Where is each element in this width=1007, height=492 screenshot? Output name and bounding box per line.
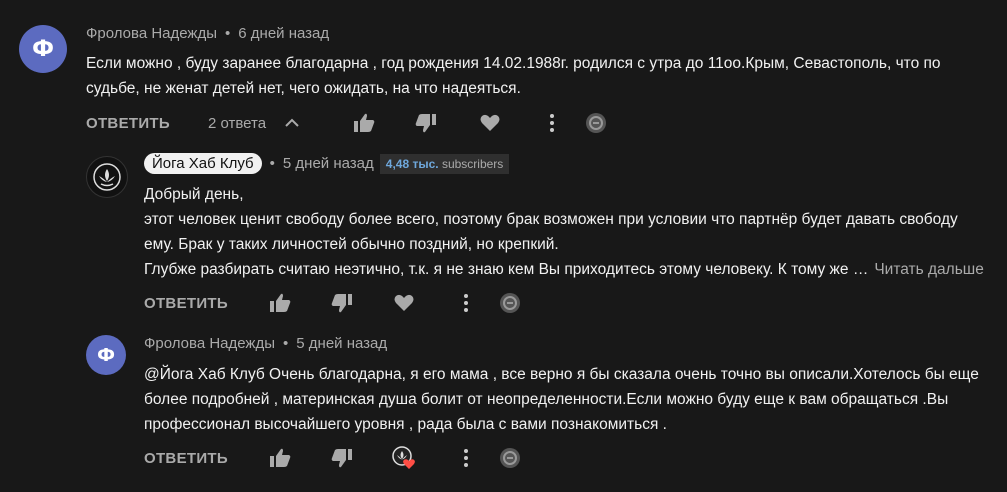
reply-button[interactable]: ОТВЕТИТЬ	[86, 115, 170, 132]
like-icon[interactable]	[352, 111, 376, 135]
avatar[interactable]: Ф	[19, 25, 67, 73]
dislike-icon[interactable]	[414, 111, 438, 135]
comment-line: Если можно , буду заранее благодарна , г…	[86, 55, 941, 72]
subscriber-count-badge: 4,48 тыс. subscribers	[379, 153, 510, 174]
comment-line: профессионал высочайшего уровня , рада б…	[144, 416, 667, 433]
avatar-letter: Ф	[32, 36, 54, 62]
lotus-logo-icon	[93, 163, 121, 191]
comment-line: более подробней , материнская душа болит…	[144, 391, 949, 408]
read-more-link[interactable]: Читать дальше	[874, 261, 984, 278]
channel-avatar[interactable]	[86, 156, 128, 198]
dislike-icon[interactable]	[330, 291, 354, 315]
author-name[interactable]: Фролова Надежды	[144, 335, 275, 352]
comment-actions: ОТВЕТИТЬ	[144, 291, 522, 315]
like-icon[interactable]	[268, 446, 292, 470]
comment-text: Добрый день, этот человек ценит свободу …	[144, 182, 984, 282]
like-icon[interactable]	[268, 291, 292, 315]
timestamp[interactable]: 6 дней назад	[238, 25, 329, 42]
comment-line: @Йога Хаб Клуб Очень благодарна, я его м…	[144, 366, 979, 383]
more-options-icon[interactable]	[540, 111, 564, 135]
channel-author-badge[interactable]: Йога Хаб Клуб	[144, 153, 262, 174]
comment-text: Если можно , буду заранее благодарна , г…	[86, 51, 941, 101]
extension-icon[interactable]	[498, 446, 522, 470]
separator-dot: •	[225, 25, 231, 42]
reply-button[interactable]: ОТВЕТИТЬ	[144, 450, 228, 467]
subscriber-label: subscribers	[441, 156, 504, 171]
author-name[interactable]: Фролова Надежды	[86, 25, 217, 42]
extension-icon[interactable]	[584, 111, 608, 135]
comment-actions: ОТВЕТИТЬ	[144, 446, 522, 470]
subscriber-count: 4,48 тыс.	[385, 156, 439, 171]
more-options-icon[interactable]	[454, 446, 478, 470]
comment-line: ему. Брак у таких личностей обычно поздн…	[144, 236, 559, 253]
avatar[interactable]: Ф	[86, 335, 126, 375]
heart-icon[interactable]	[392, 291, 416, 315]
comment-header: Фролова Надежды • 5 дней назад	[144, 335, 387, 352]
comment-line: Добрый день,	[144, 186, 244, 203]
comment-actions: ОТВЕТИТЬ 2 ответа	[86, 111, 608, 135]
reply-button[interactable]: ОТВЕТИТЬ	[144, 295, 228, 312]
comment-line: этот человек ценит свободу более всего, …	[144, 211, 958, 228]
comment-line: Глубже разбирать считаю неэтично, т.к. я…	[144, 257, 984, 282]
more-options-icon[interactable]	[454, 291, 478, 315]
comment-line: судьбе, не женат детей нет, чего ожидать…	[86, 80, 521, 97]
comment-line-text: Глубже разбирать считаю неэтично, т.к. я…	[144, 261, 869, 278]
separator-dot: •	[269, 155, 275, 172]
separator-dot: •	[283, 335, 289, 352]
creator-heart-icon[interactable]	[392, 446, 416, 470]
heart-icon[interactable]	[478, 111, 502, 135]
comment-header: Фролова Надежды • 6 дней назад	[86, 25, 329, 42]
comment-text: @Йога Хаб Клуб Очень благодарна, я его м…	[144, 362, 979, 437]
timestamp[interactable]: 5 дней назад	[296, 335, 387, 352]
extension-icon[interactable]	[498, 291, 522, 315]
chevron-up-icon	[280, 111, 304, 135]
avatar-letter: Ф	[97, 344, 115, 366]
timestamp[interactable]: 5 дней назад	[283, 155, 374, 172]
replies-count: 2 ответа	[207, 114, 267, 132]
comment-header: Йога Хаб Клуб • 5 дней назад 4,48 тыс. s…	[144, 153, 510, 174]
dislike-icon[interactable]	[330, 446, 354, 470]
replies-toggle[interactable]: 2 ответа	[208, 111, 304, 135]
